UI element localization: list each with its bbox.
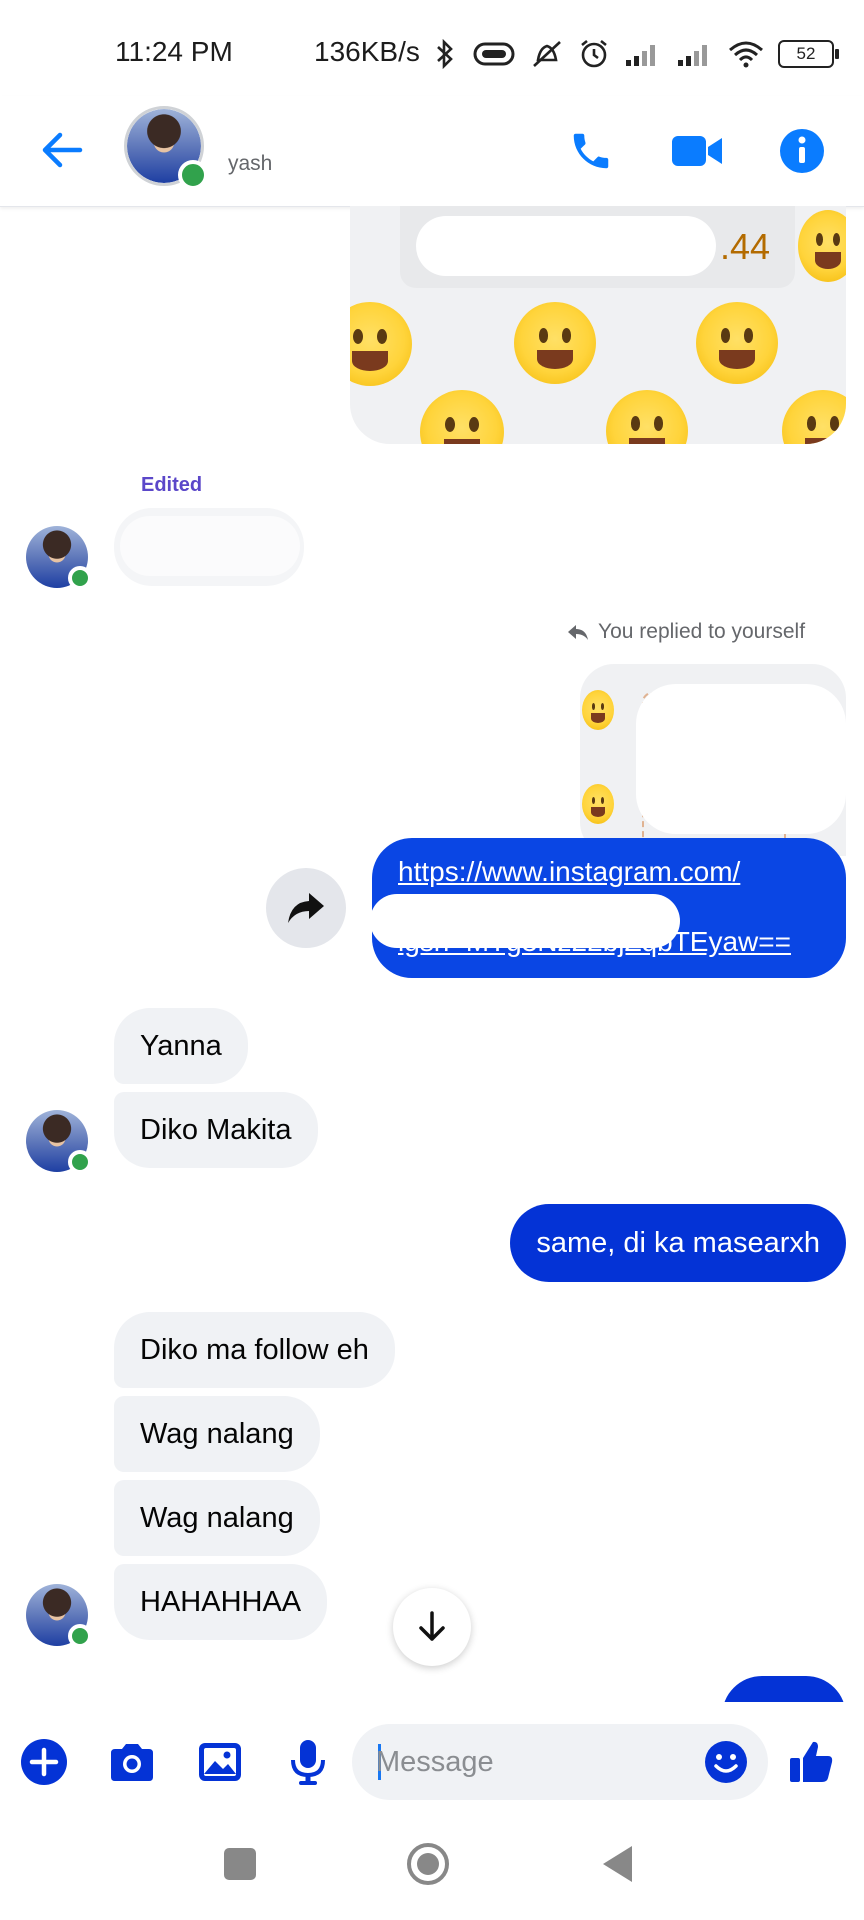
video-call-button[interactable] bbox=[662, 116, 732, 186]
replied-image[interactable] bbox=[580, 664, 846, 856]
online-indicator bbox=[68, 1150, 92, 1174]
emoji-icon bbox=[606, 390, 688, 444]
reply-icon bbox=[568, 625, 588, 640]
reply-note-text: You replied to yourself bbox=[598, 620, 806, 643]
emoji-icon bbox=[582, 690, 614, 730]
battery-level: 52 bbox=[796, 44, 816, 63]
incoming-message[interactable]: HAHAHHAA bbox=[114, 1564, 328, 1640]
sender-avatar[interactable] bbox=[26, 1584, 92, 1648]
home-icon bbox=[407, 1843, 449, 1885]
chat-header: yash bbox=[0, 96, 864, 207]
emoji-icon bbox=[696, 302, 778, 384]
sender-avatar[interactable] bbox=[26, 1110, 92, 1174]
emoji-icon bbox=[705, 1741, 747, 1783]
scroll-to-bottom-button[interactable] bbox=[393, 1588, 471, 1666]
back-button[interactable] bbox=[32, 120, 92, 180]
voice-message-button[interactable] bbox=[282, 1736, 334, 1788]
back-arrow-icon bbox=[42, 132, 83, 168]
video-icon bbox=[672, 136, 722, 166]
emoji-icon bbox=[514, 302, 596, 384]
audio-call-button[interactable] bbox=[556, 116, 626, 186]
chat-info-button[interactable] bbox=[767, 116, 837, 186]
wifi-icon bbox=[729, 41, 763, 68]
forward-button[interactable] bbox=[266, 868, 346, 948]
battery-icon: 52 bbox=[778, 40, 839, 68]
phone-icon bbox=[573, 133, 609, 169]
reply-indicator: You replied to yourself bbox=[566, 620, 805, 644]
redacted-overlay bbox=[636, 684, 846, 834]
add-icon bbox=[21, 1739, 67, 1785]
redacted-overlay bbox=[416, 216, 716, 276]
contact-name[interactable]: yash bbox=[228, 152, 272, 176]
forward-icon bbox=[288, 893, 324, 923]
emoji-icon bbox=[350, 302, 412, 386]
incoming-message[interactable]: Wag nalang bbox=[114, 1396, 320, 1472]
arrow-down-icon bbox=[419, 1611, 445, 1641]
emoji-icon bbox=[782, 390, 846, 444]
link-message-bubble[interactable]: https://www.instagram.com/ igsh=MTg3Nz22… bbox=[372, 838, 846, 978]
camera-icon bbox=[111, 1744, 153, 1781]
emoji-icon bbox=[798, 210, 846, 282]
bluetooth-icon bbox=[437, 39, 453, 69]
redacted-overlay bbox=[120, 516, 300, 576]
edited-label: Edited bbox=[141, 474, 203, 496]
like-button[interactable] bbox=[786, 1736, 836, 1788]
back-triangle-icon bbox=[603, 1846, 632, 1882]
camera-button[interactable] bbox=[106, 1736, 158, 1788]
incoming-message[interactable]: Diko ma follow eh bbox=[114, 1312, 395, 1388]
add-button[interactable] bbox=[18, 1736, 70, 1788]
signal-icon bbox=[626, 45, 655, 66]
emoji-button[interactable] bbox=[704, 1740, 748, 1784]
info-icon bbox=[780, 129, 824, 173]
redacted-incoming-bubble[interactable] bbox=[114, 508, 304, 586]
emoji-icon bbox=[582, 784, 614, 824]
sender-avatar[interactable] bbox=[26, 526, 92, 590]
gallery-button[interactable] bbox=[194, 1736, 246, 1788]
redacted-overlay bbox=[372, 894, 680, 948]
online-indicator bbox=[68, 1624, 92, 1648]
mic-icon bbox=[291, 1740, 325, 1785]
back-nav-button[interactable] bbox=[600, 1844, 634, 1884]
incoming-message[interactable]: Diko Makita bbox=[114, 1092, 318, 1168]
home-button[interactable] bbox=[406, 1842, 450, 1886]
mute-icon bbox=[533, 41, 561, 67]
recent-apps-button[interactable] bbox=[224, 1848, 256, 1880]
status-icons: 52 bbox=[432, 36, 839, 72]
gallery-icon bbox=[199, 1743, 241, 1781]
message-input[interactable] bbox=[376, 1742, 676, 1782]
incoming-message[interactable]: Yanna bbox=[114, 1008, 248, 1084]
image-text: .44 bbox=[720, 226, 771, 267]
incoming-message[interactable]: Wag nalang bbox=[114, 1480, 320, 1556]
sent-image[interactable]: .44 bbox=[350, 206, 846, 444]
online-indicator bbox=[178, 160, 208, 190]
message-input-container[interactable] bbox=[352, 1724, 768, 1800]
alarm-icon bbox=[581, 39, 607, 68]
status-net-speed: 136KB/s bbox=[314, 36, 420, 67]
emoji-icon bbox=[420, 390, 504, 444]
system-navigation-bar bbox=[0, 1820, 864, 1920]
online-indicator bbox=[68, 566, 92, 590]
vibrate-icon bbox=[473, 42, 515, 66]
message-composer bbox=[0, 1702, 864, 1820]
status-time: 11:24 PM bbox=[115, 36, 233, 67]
thumbs-up-icon bbox=[790, 1741, 833, 1782]
signal-icon bbox=[678, 45, 707, 66]
link-text[interactable]: https://www.instagram.com/ bbox=[398, 856, 740, 888]
outgoing-message[interactable]: same, di ka masearxh bbox=[510, 1204, 846, 1282]
